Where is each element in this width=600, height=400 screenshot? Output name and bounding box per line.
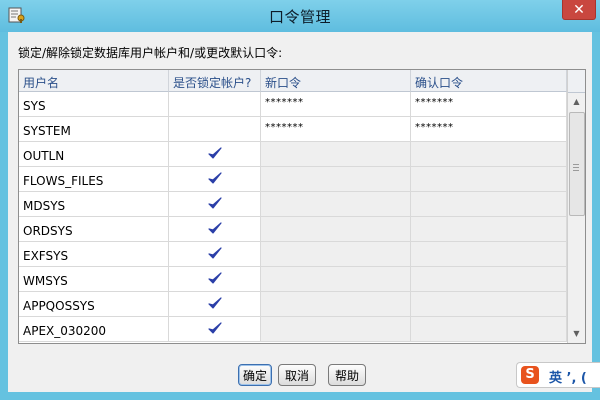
lock-checkbox-cell[interactable] (169, 267, 261, 292)
lock-checkbox-cell[interactable] (169, 292, 261, 317)
new-password-cell[interactable] (261, 192, 411, 217)
checkmark-icon (207, 297, 222, 309)
confirm-password-cell[interactable] (411, 242, 567, 267)
new-password-cell[interactable] (261, 142, 411, 167)
table-row[interactable]: APPQOSSYS (19, 292, 567, 317)
scroll-down-arrow-icon[interactable]: ▼ (568, 325, 585, 342)
lock-checkbox-cell[interactable] (169, 242, 261, 267)
ime-mode-indicator[interactable]: 英 ’, ( (549, 367, 587, 386)
cancel-button[interactable]: 取消 (278, 364, 316, 386)
confirm-password-cell[interactable] (411, 267, 567, 292)
lock-checkbox-cell[interactable] (169, 142, 261, 167)
checkmark-icon (207, 322, 222, 334)
username-cell: APPQOSSYS (19, 292, 169, 317)
help-button[interactable]: 帮助 (328, 364, 366, 386)
table-row[interactable]: SYS ******* ******* (19, 92, 567, 117)
username-cell: SYS (19, 92, 169, 117)
username-cell: FLOWS_FILES (19, 167, 169, 192)
username-cell: SYSTEM (19, 117, 169, 142)
username-cell: ORDSYS (19, 217, 169, 242)
table-row[interactable]: SYSTEM ******* ******* (19, 117, 567, 142)
table-row[interactable]: APEX_030200 (19, 317, 567, 342)
new-password-cell[interactable] (261, 267, 411, 292)
table-row[interactable]: OUTLN (19, 142, 567, 167)
scrollbar-corner (568, 70, 585, 93)
window-title: 口令管理 (268, 8, 331, 26)
scrollbar-grip-icon (573, 164, 579, 173)
close-icon: ✕ (573, 1, 585, 18)
title-bar[interactable]: 口令管理 ✕ (0, 0, 600, 32)
username-cell: OUTLN (19, 142, 169, 167)
checkmark-icon (207, 222, 222, 234)
lock-checkbox-cell[interactable] (169, 117, 261, 142)
confirm-password-cell[interactable] (411, 317, 567, 342)
vertical-scrollbar[interactable]: ▲ ▼ (567, 70, 585, 343)
column-header-new-password[interactable]: 新口令 (261, 70, 411, 92)
new-password-cell[interactable] (261, 292, 411, 317)
ok-button[interactable]: 确定 (238, 364, 272, 386)
confirm-password-cell[interactable] (411, 142, 567, 167)
table-grid: 用户名 是否锁定帐户? 新口令 确认口令 SYS ******* ******* SY… (19, 70, 567, 343)
checkmark-icon (207, 247, 222, 259)
confirm-password-cell[interactable] (411, 192, 567, 217)
user-accounts-table: 用户名 是否锁定帐户? 新口令 确认口令 SYS ******* ******* SY… (18, 69, 586, 344)
new-password-cell[interactable] (261, 317, 411, 342)
column-header-confirm-password[interactable]: 确认口令 (411, 70, 567, 92)
lock-checkbox-cell[interactable] (169, 317, 261, 342)
confirm-password-cell[interactable] (411, 292, 567, 317)
confirm-password-cell[interactable] (411, 167, 567, 192)
checkmark-icon (207, 147, 222, 159)
close-button[interactable]: ✕ (562, 0, 596, 20)
username-cell: EXFSYS (19, 242, 169, 267)
password-management-dialog: 口令管理 ✕ 锁定/解除锁定数据库用户帐户和/或更改默认口令: 用户名 是否锁定… (0, 0, 600, 400)
username-cell: MDSYS (19, 192, 169, 217)
column-header-locked[interactable]: 是否锁定帐户? (169, 70, 261, 92)
checkmark-icon (207, 172, 222, 184)
table-row[interactable]: WMSYS (19, 267, 567, 292)
table-row[interactable]: EXFSYS (19, 242, 567, 267)
confirm-password-cell[interactable]: ******* (411, 92, 567, 117)
lock-checkbox-cell[interactable] (169, 92, 261, 117)
table-row[interactable]: ORDSYS (19, 217, 567, 242)
username-cell: APEX_030200 (19, 317, 169, 342)
confirm-password-cell[interactable]: ******* (411, 117, 567, 142)
lock-checkbox-cell[interactable] (169, 167, 261, 192)
instructions-label: 锁定/解除锁定数据库用户帐户和/或更改默认口令: (18, 46, 283, 60)
username-cell: WMSYS (19, 267, 169, 292)
lock-checkbox-cell[interactable] (169, 192, 261, 217)
new-password-cell[interactable] (261, 217, 411, 242)
new-password-cell[interactable]: ******* (261, 92, 411, 117)
table-row[interactable]: FLOWS_FILES (19, 167, 567, 192)
checkmark-icon (207, 272, 222, 284)
new-password-cell[interactable] (261, 242, 411, 267)
confirm-password-cell[interactable] (411, 217, 567, 242)
table-row[interactable]: MDSYS (19, 192, 567, 217)
scroll-up-arrow-icon[interactable]: ▲ (568, 93, 585, 110)
column-header-username[interactable]: 用户名 (19, 70, 169, 92)
sogou-ime-logo: S (521, 366, 539, 384)
ime-status-bar[interactable]: S 英 ’, ( (516, 362, 600, 388)
lock-checkbox-cell[interactable] (169, 217, 261, 242)
new-password-cell[interactable]: ******* (261, 117, 411, 142)
new-password-cell[interactable] (261, 167, 411, 192)
dialog-body: 锁定/解除锁定数据库用户帐户和/或更改默认口令: 用户名 是否锁定帐户? 新口令… (8, 32, 592, 392)
checkmark-icon (207, 197, 222, 209)
